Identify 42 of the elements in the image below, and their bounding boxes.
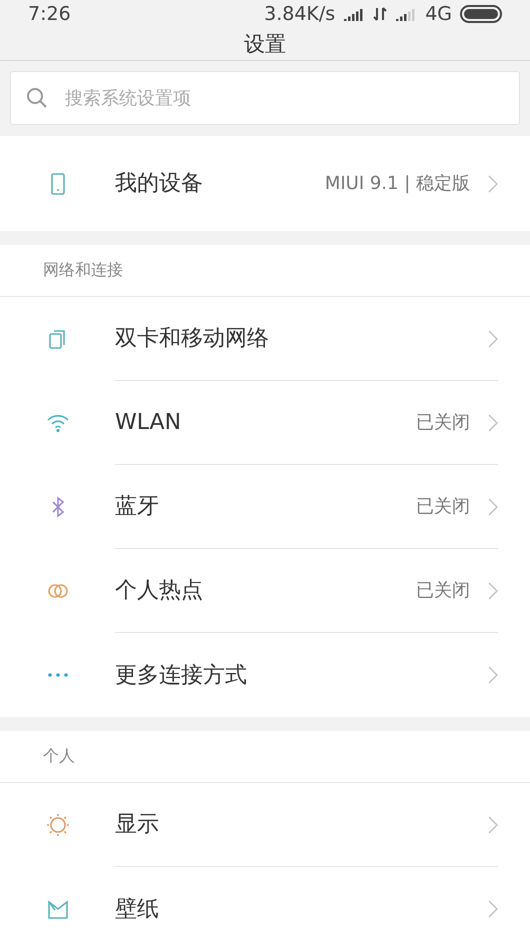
network-speed: 3.84K/s (264, 2, 336, 27)
chevron-icon (488, 816, 498, 834)
chevron-icon (488, 330, 498, 348)
more-icon (48, 673, 68, 677)
item-value: 已关闭 (416, 495, 470, 519)
settings-item[interactable]: 壁纸 (0, 867, 530, 942)
item-label: 显示 (115, 811, 160, 839)
section-header: 个人 (43, 745, 75, 767)
item-label: 我的设备 (115, 170, 204, 198)
item-label: WLAN (115, 409, 182, 437)
item-value: 已关闭 (416, 411, 470, 435)
chevron-icon (488, 900, 498, 918)
chevron-icon (488, 174, 498, 192)
settings-item[interactable]: WLAN 已关闭 (0, 381, 530, 465)
battery-icon (460, 5, 502, 24)
item-label: 更多连接方式 (115, 662, 248, 690)
search-icon (26, 87, 48, 109)
network-type: 4G (425, 2, 452, 27)
chevron-icon (488, 666, 498, 684)
item-label: 蓝牙 (115, 493, 160, 521)
chevron-icon (488, 498, 498, 516)
item-label: 个人热点 (115, 577, 204, 605)
settings-item[interactable]: 更多连接方式 (0, 633, 530, 717)
search-field[interactable]: 搜索系统设置项 (10, 71, 520, 125)
settings-item[interactable]: 个人热点 已关闭 (0, 549, 530, 633)
chevron-icon (488, 414, 498, 432)
signal-icon (343, 7, 366, 22)
signal-icon (395, 7, 418, 22)
settings-item[interactable]: 蓝牙 已关闭 (0, 465, 530, 549)
status-time: 7:26 (28, 2, 71, 27)
settings-item[interactable]: 双卡和移动网络 (0, 297, 530, 381)
page-title: 设置 (244, 30, 286, 58)
section-header: 网络和连接 (43, 259, 123, 281)
data-transfer-icon (373, 6, 388, 22)
item-value: 已关闭 (416, 579, 470, 603)
settings-item[interactable]: 我的设备 MIUI 9.1 | 稳定版 (0, 136, 530, 231)
item-label: 双卡和移动网络 (115, 325, 270, 353)
settings-item[interactable]: 显示 (0, 783, 530, 867)
sun-icon (45, 812, 71, 838)
item-value: MIUI 9.1 | 稳定版 (324, 172, 470, 196)
chevron-icon (488, 582, 498, 600)
item-label: 壁纸 (115, 896, 160, 924)
